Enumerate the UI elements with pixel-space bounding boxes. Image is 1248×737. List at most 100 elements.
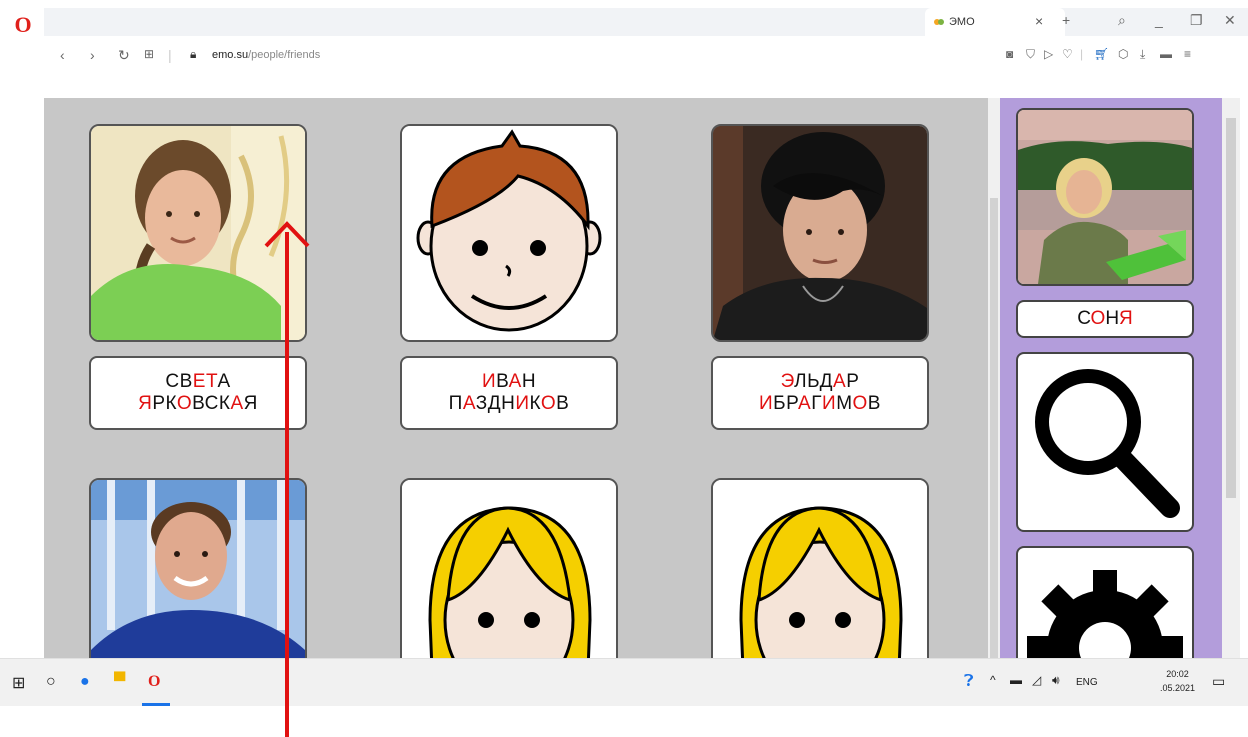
name-letters: СВ bbox=[165, 371, 193, 392]
name-letters-red: Я bbox=[138, 393, 153, 414]
friend-avatar-ivan[interactable] bbox=[400, 124, 618, 342]
tab-active[interactable]: ЭМО × bbox=[925, 8, 1065, 36]
name-letters-red: А bbox=[798, 393, 812, 414]
friend-photo-eldar[interactable] bbox=[711, 124, 929, 342]
name-letters: Н bbox=[1105, 308, 1120, 329]
lock-icon[interactable]: 🔒︎ bbox=[190, 47, 196, 62]
name-letters-red: О bbox=[540, 393, 557, 414]
easy-setup-icon[interactable]: ≡ bbox=[1184, 47, 1191, 61]
name-letters: А bbox=[217, 371, 231, 392]
restore-icon[interactable]: ❐ bbox=[1190, 12, 1203, 29]
friend-name-eldar[interactable]: ЭЛЬДАР ИБРАГИМОВ bbox=[711, 356, 929, 430]
friend-photo-boy[interactable] bbox=[89, 478, 307, 658]
name-letters: ЗДН bbox=[475, 393, 516, 414]
name-letters: Я bbox=[243, 393, 258, 414]
grid-scrollbar[interactable] bbox=[988, 98, 1000, 658]
new-tab-icon[interactable]: + bbox=[1062, 12, 1070, 28]
name-letters: В bbox=[496, 371, 509, 392]
name-letters-red: И bbox=[481, 371, 497, 392]
name-letters-red: А bbox=[462, 393, 476, 414]
name-letters: Р bbox=[846, 371, 860, 392]
name-letters-red: О bbox=[852, 393, 868, 414]
tab-close-icon[interactable]: × bbox=[1035, 13, 1043, 29]
friend-last-name: ИБРАГИМОВ bbox=[759, 393, 881, 415]
clock-date: .05.2021 bbox=[1160, 683, 1196, 693]
volume-icon[interactable]: 🔊︎ bbox=[1052, 673, 1060, 688]
battery-tray-icon[interactable]: ▬ bbox=[1010, 673, 1022, 687]
divider: | bbox=[1080, 47, 1084, 61]
search-button[interactable] bbox=[1016, 352, 1194, 532]
shield-icon[interactable]: ⛉ bbox=[1026, 47, 1035, 62]
opera-logo-icon[interactable]: O bbox=[10, 12, 36, 38]
girl-avatar-icon bbox=[713, 480, 927, 658]
name-letters-red: Э bbox=[780, 371, 795, 392]
name-letters: П bbox=[448, 393, 463, 414]
name-letters-red: О bbox=[176, 393, 193, 414]
friend-photo-sveta[interactable] bbox=[89, 124, 307, 342]
windows-start-icon[interactable]: ⊞ bbox=[12, 673, 25, 693]
download-icon[interactable]: ⤓ bbox=[1140, 47, 1145, 62]
sidebar-scrollbar[interactable] bbox=[1222, 98, 1240, 658]
url-field[interactable]: emo.su/people/friends bbox=[212, 49, 320, 61]
notification-icon[interactable]: ▭ bbox=[1212, 673, 1225, 690]
reload-icon[interactable]: ↻ bbox=[118, 47, 130, 64]
magnifier-icon bbox=[1035, 369, 1180, 518]
network-icon[interactable]: ◿ bbox=[1032, 673, 1041, 687]
send-icon[interactable]: ▷ bbox=[1044, 47, 1053, 61]
friends-grid: СВЕТА ЯРКОВСКАЯ ИВАН ПАЗДНИКОВ ЭЛЬДАР ИБ… bbox=[44, 98, 988, 658]
name-letters: ЛЬД bbox=[794, 371, 834, 392]
friend-last-name: ЯРКОВСКАЯ bbox=[138, 393, 258, 415]
close-window-icon[interactable]: ✕ bbox=[1224, 12, 1236, 29]
friend-first-name: ИВАН bbox=[482, 371, 536, 393]
girl-photo-image bbox=[91, 126, 305, 340]
name-letters-red: ЕТ bbox=[192, 371, 218, 392]
settings-button[interactable] bbox=[1016, 546, 1194, 658]
divider: | bbox=[168, 47, 172, 63]
name-letters: БР bbox=[773, 393, 799, 414]
cart-icon[interactable]: 🛒︎ bbox=[1094, 47, 1109, 61]
current-user-name[interactable]: СОНЯ bbox=[1016, 300, 1194, 338]
name-letters: М bbox=[836, 393, 853, 414]
friend-name-sveta[interactable]: СВЕТА ЯРКОВСКАЯ bbox=[89, 356, 307, 430]
extensions-icon[interactable]: ⬡ bbox=[1118, 47, 1128, 61]
friend-avatar-girl-2[interactable] bbox=[711, 478, 929, 658]
name-letters: В bbox=[867, 393, 881, 414]
language-indicator[interactable]: ENG bbox=[1076, 677, 1098, 688]
search-tabs-icon[interactable]: ⌕ bbox=[1118, 12, 1126, 29]
forward-icon[interactable]: › bbox=[90, 47, 95, 63]
grid-scrollbar-thumb[interactable] bbox=[990, 198, 998, 658]
minimize-icon[interactable]: _ bbox=[1155, 12, 1163, 28]
url-path: /people/friends bbox=[248, 49, 321, 61]
tab-title: ЭМО bbox=[949, 16, 975, 28]
friend-avatar-girl-1[interactable] bbox=[400, 478, 618, 658]
friend-first-name: ЭЛЬДАР bbox=[781, 371, 860, 393]
name-letters-red: И bbox=[759, 393, 774, 414]
clock-time: 20:02 bbox=[1166, 669, 1189, 679]
back-icon[interactable]: ‹ bbox=[60, 47, 65, 63]
name-letters: К bbox=[529, 393, 541, 414]
speed-dial-icon[interactable]: ⊞ bbox=[144, 47, 154, 61]
opera-taskbar-icon[interactable]: O bbox=[148, 673, 160, 691]
name-letters-red: И bbox=[515, 393, 530, 414]
name-letters: В bbox=[556, 393, 570, 414]
tray-chevron-icon[interactable]: ^ bbox=[990, 673, 996, 687]
friend-last-name: ПАЗДНИКОВ bbox=[449, 393, 570, 415]
snapshot-icon[interactable]: ◙ bbox=[1006, 47, 1013, 61]
file-explorer-icon[interactable]: ▀ bbox=[114, 673, 125, 691]
battery-icon[interactable]: ▬ bbox=[1160, 47, 1172, 61]
cortana-search-icon[interactable]: ○ bbox=[46, 673, 56, 691]
current-user-photo[interactable] bbox=[1016, 108, 1194, 286]
friend-first-name: СВЕТА bbox=[165, 371, 230, 393]
site-favicon-icon bbox=[934, 19, 944, 25]
sidebar-scrollbar-thumb[interactable] bbox=[1226, 118, 1236, 498]
name-letters: С bbox=[1077, 308, 1091, 329]
heart-icon[interactable]: ♡ bbox=[1062, 47, 1073, 61]
name-letters: Н bbox=[521, 371, 537, 392]
edge-browser-icon[interactable]: ● bbox=[80, 673, 90, 691]
help-icon[interactable]: ❓︎ bbox=[964, 673, 974, 691]
friend-name-ivan[interactable]: ИВАН ПАЗДНИКОВ bbox=[400, 356, 618, 430]
name-letters-red: А bbox=[508, 371, 522, 392]
windows-taskbar: ⊞ ○ ● ▀ O ❓︎ ^ ▬ ◿ 🔊︎ ENG 20:02 .05.2021… bbox=[0, 658, 1248, 707]
profile-sidebar: СОНЯ bbox=[1000, 98, 1222, 658]
clock[interactable]: 20:02 .05.2021 bbox=[1160, 667, 1195, 695]
